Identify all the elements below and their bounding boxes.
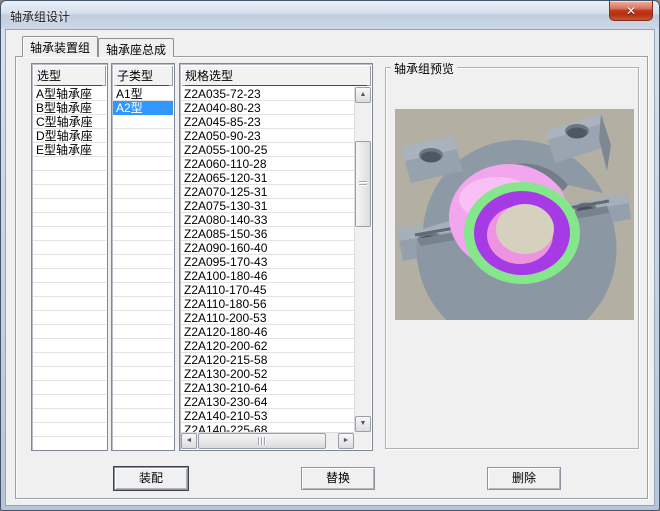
- preview-group-label: 轴承组预览: [391, 60, 457, 77]
- horizontal-scrollbar[interactable]: ◄ ►: [181, 432, 354, 449]
- title-bar[interactable]: 轴承组设计 ✕: [1, 1, 659, 29]
- list-item[interactable]: Z2A065-120-31: [181, 171, 354, 185]
- list-item[interactable]: Z2A100-180-46: [181, 269, 354, 283]
- list-item[interactable]: Z2A050-90-23: [181, 129, 354, 143]
- list-item[interactable]: Z2A060-110-28: [181, 157, 354, 171]
- scroll-down-icon[interactable]: ▼: [355, 416, 371, 432]
- replace-button[interactable]: 替换: [301, 467, 375, 490]
- scroll-right-icon[interactable]: ►: [338, 433, 354, 449]
- list-item[interactable]: Z2A070-125-31: [181, 185, 354, 199]
- header-label: 选型: [37, 67, 102, 86]
- close-button[interactable]: ✕: [609, 1, 653, 21]
- list-item[interactable]: Z2A120-215-58: [181, 353, 354, 367]
- tab-label: 轴承装置组: [30, 41, 90, 55]
- tab-bearing-seat-assembly[interactable]: 轴承座总成: [98, 38, 174, 57]
- scroll-left-icon[interactable]: ◄: [181, 433, 197, 449]
- spec-listbox: 规格选型 Z2A035-72-23Z2A040-80-23Z2A045-85-2…: [179, 63, 373, 451]
- thumb-grip: [258, 437, 266, 445]
- preview-groupbox: 轴承组预览: [385, 67, 639, 449]
- list-item[interactable]: Z2A130-230-64: [181, 395, 354, 409]
- list-item[interactable]: Z2A130-200-52: [181, 367, 354, 381]
- list-item[interactable]: B型轴承座: [33, 101, 106, 115]
- list-item[interactable]: Z2A130-210-64: [181, 381, 354, 395]
- window-title: 轴承组设计: [10, 8, 70, 25]
- scroll-up-icon[interactable]: ▲: [355, 87, 371, 103]
- list-item[interactable]: Z2A120-200-62: [181, 339, 354, 353]
- list-item[interactable]: Z2A040-80-23: [181, 101, 354, 115]
- list-item[interactable]: Z2A120-180-46: [181, 325, 354, 339]
- list-item[interactable]: Z2A055-100-25: [181, 143, 354, 157]
- subtype-list-rows: A1型A2型: [113, 87, 173, 449]
- vertical-scrollbar-thumb[interactable]: [355, 141, 371, 227]
- list-item[interactable]: Z2A080-140-33: [181, 213, 354, 227]
- list-item[interactable]: Z2A110-170-45: [181, 283, 354, 297]
- bearing-3d-render: [395, 109, 634, 320]
- type-list-rows: A型轴承座B型轴承座C型轴承座D型轴承座E型轴承座: [33, 87, 106, 449]
- header-label: 规格选型: [185, 67, 367, 86]
- subtype-listbox: 子类型 A1型A2型: [111, 63, 175, 451]
- list-item[interactable]: Z2A075-130-31: [181, 199, 354, 213]
- list-item[interactable]: Z2A035-72-23: [181, 87, 354, 101]
- dialog-window: 轴承组设计 ✕ 轴承装置组 轴承座总成 选型 A型轴承座B型轴承座C型轴承座D型…: [0, 0, 660, 511]
- delete-button[interactable]: 删除: [487, 467, 561, 490]
- close-icon: ✕: [626, 5, 636, 17]
- list-item[interactable]: Z2A090-160-40: [181, 241, 354, 255]
- spec-list-rows: Z2A035-72-23Z2A040-80-23Z2A045-85-23Z2A0…: [181, 87, 354, 432]
- header-label: 子类型: [117, 67, 169, 86]
- assemble-button[interactable]: 装配: [114, 467, 188, 490]
- list-item[interactable]: A2型: [113, 101, 173, 115]
- list-item[interactable]: C型轴承座: [33, 115, 106, 129]
- list-item[interactable]: Z2A110-200-53: [181, 311, 354, 325]
- list-item[interactable]: A型轴承座: [33, 87, 106, 101]
- list-item[interactable]: E型轴承座: [33, 143, 106, 157]
- tab-bearing-device-group[interactable]: 轴承装置组: [22, 36, 98, 57]
- list-item[interactable]: D型轴承座: [33, 129, 106, 143]
- spec-list-header[interactable]: 规格选型: [181, 65, 371, 86]
- list-item[interactable]: A1型: [113, 87, 173, 101]
- list-item[interactable]: Z2A110-180-56: [181, 297, 354, 311]
- scrollbar-corner: [354, 432, 371, 449]
- tab-label: 轴承座总成: [106, 43, 166, 57]
- list-item[interactable]: Z2A095-170-43: [181, 255, 354, 269]
- vertical-scrollbar[interactable]: ▲ ▼: [354, 87, 371, 432]
- subtype-list-header[interactable]: 子类型: [113, 65, 173, 86]
- bearing-preview-image: [395, 109, 634, 320]
- type-list-header[interactable]: 选型: [33, 65, 106, 86]
- list-item[interactable]: Z2A140-225-68: [181, 423, 354, 432]
- type-listbox: 选型 A型轴承座B型轴承座C型轴承座D型轴承座E型轴承座: [31, 63, 108, 451]
- list-item[interactable]: Z2A140-210-53: [181, 409, 354, 423]
- list-item[interactable]: Z2A085-150-36: [181, 227, 354, 241]
- list-item[interactable]: Z2A045-85-23: [181, 115, 354, 129]
- thumb-grip: [359, 181, 367, 187]
- horizontal-scrollbar-thumb[interactable]: [198, 433, 326, 449]
